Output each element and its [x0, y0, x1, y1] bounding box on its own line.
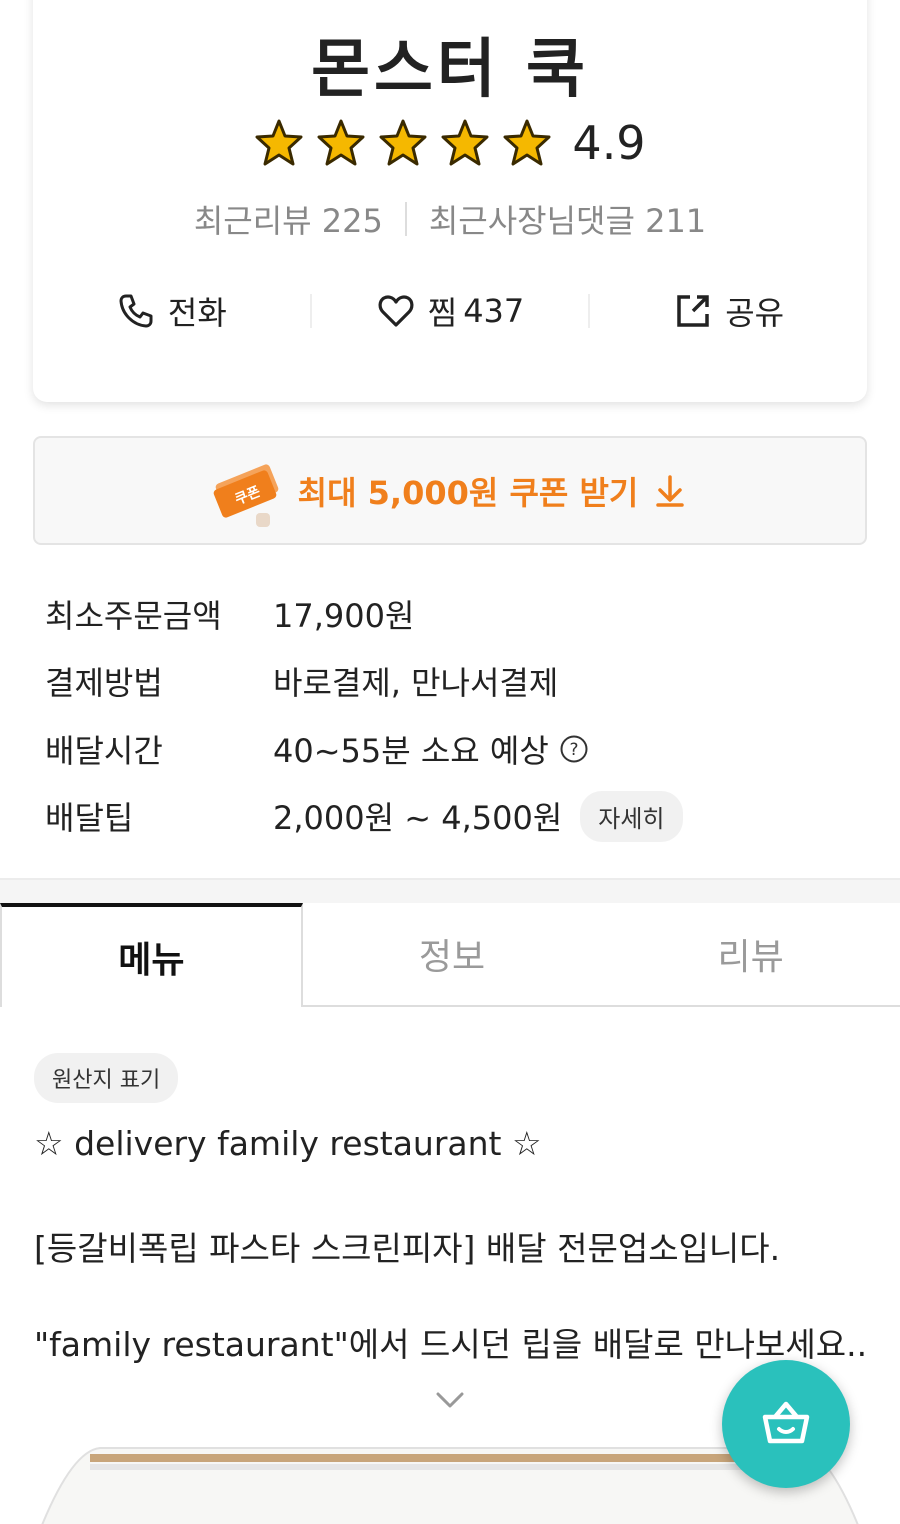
like-button[interactable]: 찜 437 — [312, 288, 589, 334]
section-divider — [0, 878, 900, 904]
share-button[interactable]: 공유 — [590, 288, 867, 334]
recent-reviews-link[interactable]: 최근리뷰 225 — [194, 196, 383, 242]
divider — [404, 202, 407, 236]
coupon-ticket-icon: 쿠폰 — [213, 463, 278, 527]
delivery-tip-row: 배달팁 2,000원 ~ 4,500원 자세히 — [45, 783, 865, 851]
description-line: "family restaurant"에서 드시던 립을 배달로 만나보세요..… — [34, 1325, 864, 1364]
help-icon[interactable]: ? — [559, 734, 589, 764]
rating-row: 4.9 — [33, 116, 867, 170]
description-line: ☆ delivery family restaurant ☆ — [34, 1124, 542, 1163]
delivery-tip-detail-button[interactable]: 자세히 — [580, 790, 683, 842]
call-label: 전화 — [167, 294, 227, 332]
tab-menu[interactable]: 메뉴 — [0, 903, 303, 1007]
store-info: 최소주문금액 17,900원 결제방법 바로결제, 만나서결제 배달시간 40~… — [45, 580, 865, 850]
min-order-value: 17,900원 — [273, 596, 415, 635]
delivery-time-label: 배달시간 — [45, 731, 163, 770]
delivery-tip-value-wrap: 2,000원 ~ 4,500원 자세히 — [273, 790, 683, 842]
min-order-row: 최소주문금액 17,900원 — [45, 580, 865, 648]
like-count: 437 — [463, 292, 525, 330]
star-icon — [503, 119, 551, 166]
chevron-down-icon[interactable] — [434, 1388, 466, 1412]
phone-icon — [119, 294, 153, 328]
star-icon — [379, 119, 427, 166]
action-row: 전화 찜 437 공유 — [33, 288, 867, 334]
origin-label-button[interactable]: 원산지 표기 — [34, 1053, 179, 1103]
payment-label: 결제방법 — [45, 664, 163, 703]
payment-row: 결제방법 바로결제, 만나서결제 — [45, 648, 865, 716]
coupon-label: 최대 5,000원 쿠폰 받기 — [297, 473, 639, 512]
share-label: 공유 — [725, 294, 785, 332]
tab-info[interactable]: 정보 — [302, 903, 602, 1007]
store-page: 몬스터 쿡 4.9 최근리뷰 225 최근사장님댓글 211 전화 찜 437 — [0, 0, 900, 1524]
download-arrow-icon — [656, 474, 685, 507]
basket-icon — [762, 1401, 810, 1444]
store-name: 몬스터 쿡 — [311, 33, 589, 107]
owner-replies-link[interactable]: 최근사장님댓글 211 — [429, 196, 706, 242]
heart-icon — [378, 295, 414, 327]
delivery-tip-value: 2,000원 ~ 4,500원 — [273, 799, 563, 838]
review-summary: 최근리뷰 225 최근사장님댓글 211 — [33, 196, 867, 242]
call-button[interactable]: 전화 — [33, 288, 310, 334]
rating-value: 4.9 — [572, 116, 646, 170]
star-icon — [255, 119, 303, 166]
store-header-card: 몬스터 쿡 4.9 최근리뷰 225 최근사장님댓글 211 전화 찜 437 — [33, 0, 867, 402]
delivery-time-value: 40~55분 소요 예상 — [273, 731, 549, 770]
delivery-tip-label: 배달팁 — [45, 799, 134, 838]
description-line: [등갈비폭립 파스타 스크린피자] 배달 전문업소입니다. — [34, 1229, 781, 1268]
coupon-download-button[interactable]: 쿠폰 최대 5,000원 쿠폰 받기 — [33, 436, 867, 545]
like-label: 찜 — [427, 294, 458, 332]
delivery-time-value-wrap: 40~55분 소요 예상 ? — [273, 726, 589, 772]
delivery-time-row: 배달시간 40~55분 소요 예상 ? — [45, 715, 865, 783]
payment-value: 바로결제, 만나서결제 — [273, 664, 559, 703]
tab-review[interactable]: 리뷰 — [601, 903, 900, 1007]
share-icon — [677, 295, 709, 327]
star-icon — [317, 119, 365, 166]
cart-button[interactable] — [722, 1360, 850, 1488]
min-order-label: 최소주문금액 — [45, 596, 222, 635]
svg-text:?: ? — [569, 740, 578, 760]
star-icon — [441, 119, 489, 166]
store-tabs: 메뉴 정보 리뷰 — [0, 903, 900, 1007]
